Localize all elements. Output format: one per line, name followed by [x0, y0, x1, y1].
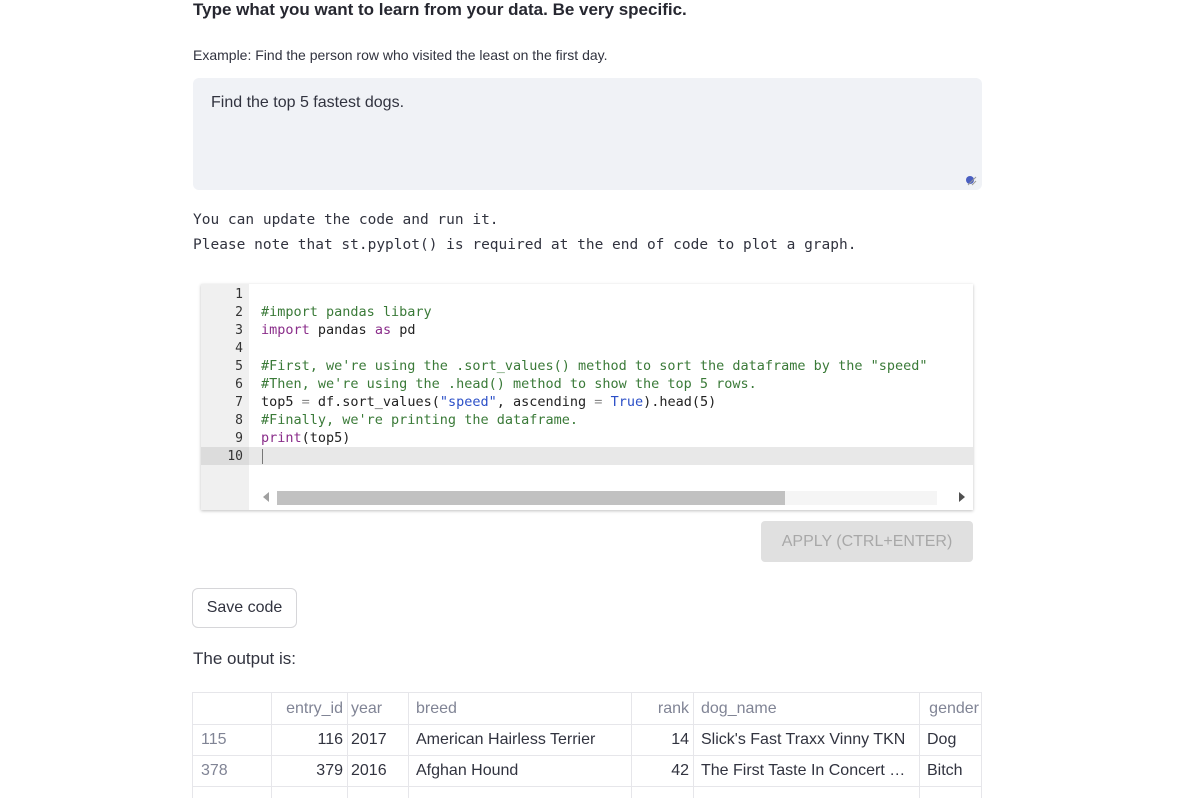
- code-line: print(top5): [261, 430, 351, 446]
- output-label: The output is:: [193, 649, 297, 668]
- scroll-right-icon[interactable]: [959, 492, 965, 502]
- line-number: 7: [235, 395, 243, 410]
- line-number: 9: [235, 431, 243, 446]
- example-text: Example: Find the person row who visited…: [193, 47, 608, 63]
- query-textarea[interactable]: Find the top 5 fastest dogs.: [193, 78, 982, 190]
- table-cell: 2016: [351, 762, 387, 779]
- row-index: 378: [201, 762, 228, 779]
- scroll-left-icon[interactable]: [263, 492, 269, 502]
- column-header-breed[interactable]: breed: [412, 693, 631, 724]
- horizontal-scrollbar[interactable]: [255, 488, 973, 508]
- active-line-highlight: [249, 447, 973, 465]
- line-number: 5: [235, 359, 243, 374]
- column-header-year[interactable]: year: [347, 693, 408, 724]
- table-divider: [193, 786, 981, 787]
- column-header-rank[interactable]: rank: [631, 693, 693, 724]
- output-table: entry_id year breed rank dog_name gender…: [192, 692, 982, 798]
- column-header-dog-name[interactable]: dog_name: [697, 693, 919, 724]
- table-cell: Dog: [927, 731, 957, 748]
- table-cell: 116: [317, 731, 343, 748]
- code-line: #First, we're using the .sort_values() m…: [261, 358, 928, 374]
- table-cell: 379: [316, 762, 343, 779]
- code-line: import pandas as pd: [261, 322, 416, 338]
- line-number: 8: [235, 413, 243, 428]
- table-cell: The First Taste In Concert …: [701, 762, 906, 779]
- line-number: 6: [235, 377, 243, 392]
- line-number: 10: [227, 449, 243, 464]
- table-cell: Bitch: [927, 762, 963, 779]
- table-cell: 14: [671, 731, 689, 748]
- code-line: top5 = df.sort_values("speed", ascending…: [261, 394, 717, 410]
- code-line: #Finally, we're printing the dataframe.: [261, 412, 578, 428]
- apply-button[interactable]: APPLY (CTRL+ENTER): [761, 521, 973, 562]
- row-index: 115: [201, 731, 227, 748]
- code-line: #Then, we're using the .head() method to…: [261, 376, 757, 392]
- table-divider: [408, 693, 409, 798]
- line-number: 3: [235, 323, 243, 338]
- save-code-button[interactable]: Save code: [192, 588, 297, 628]
- pyplot-note: Please note that st.pyplot() is required…: [193, 237, 857, 253]
- line-number: 2: [235, 305, 243, 320]
- resize-handle-icon[interactable]: [963, 172, 977, 186]
- line-number: 1: [235, 287, 243, 302]
- table-cell: Afghan Hound: [416, 762, 519, 779]
- table-cell: 2017: [351, 731, 387, 748]
- code-editor[interactable]: 1 2 3 4 5 6 7 8 9 10 #import pandas liba…: [201, 284, 973, 510]
- instruction-heading: Type what you want to learn from your da…: [193, 0, 687, 19]
- text-cursor: [262, 449, 263, 464]
- table-cell: Slick's Fast Traxx Vinny TKN: [701, 731, 906, 748]
- table-cell: American Hairless Terrier: [416, 731, 596, 748]
- line-number: 4: [235, 341, 243, 356]
- table-cell: 42: [671, 762, 689, 779]
- update-code-note: You can update the code and run it.: [193, 212, 499, 228]
- table-divider: [693, 693, 694, 798]
- column-header-entry-id[interactable]: entry_id: [271, 693, 347, 724]
- code-line: #import pandas libary: [261, 304, 432, 320]
- query-text: Find the top 5 fastest dogs.: [211, 94, 405, 111]
- scrollbar-thumb[interactable]: [277, 491, 785, 505]
- column-header-gender[interactable]: gender: [919, 693, 981, 724]
